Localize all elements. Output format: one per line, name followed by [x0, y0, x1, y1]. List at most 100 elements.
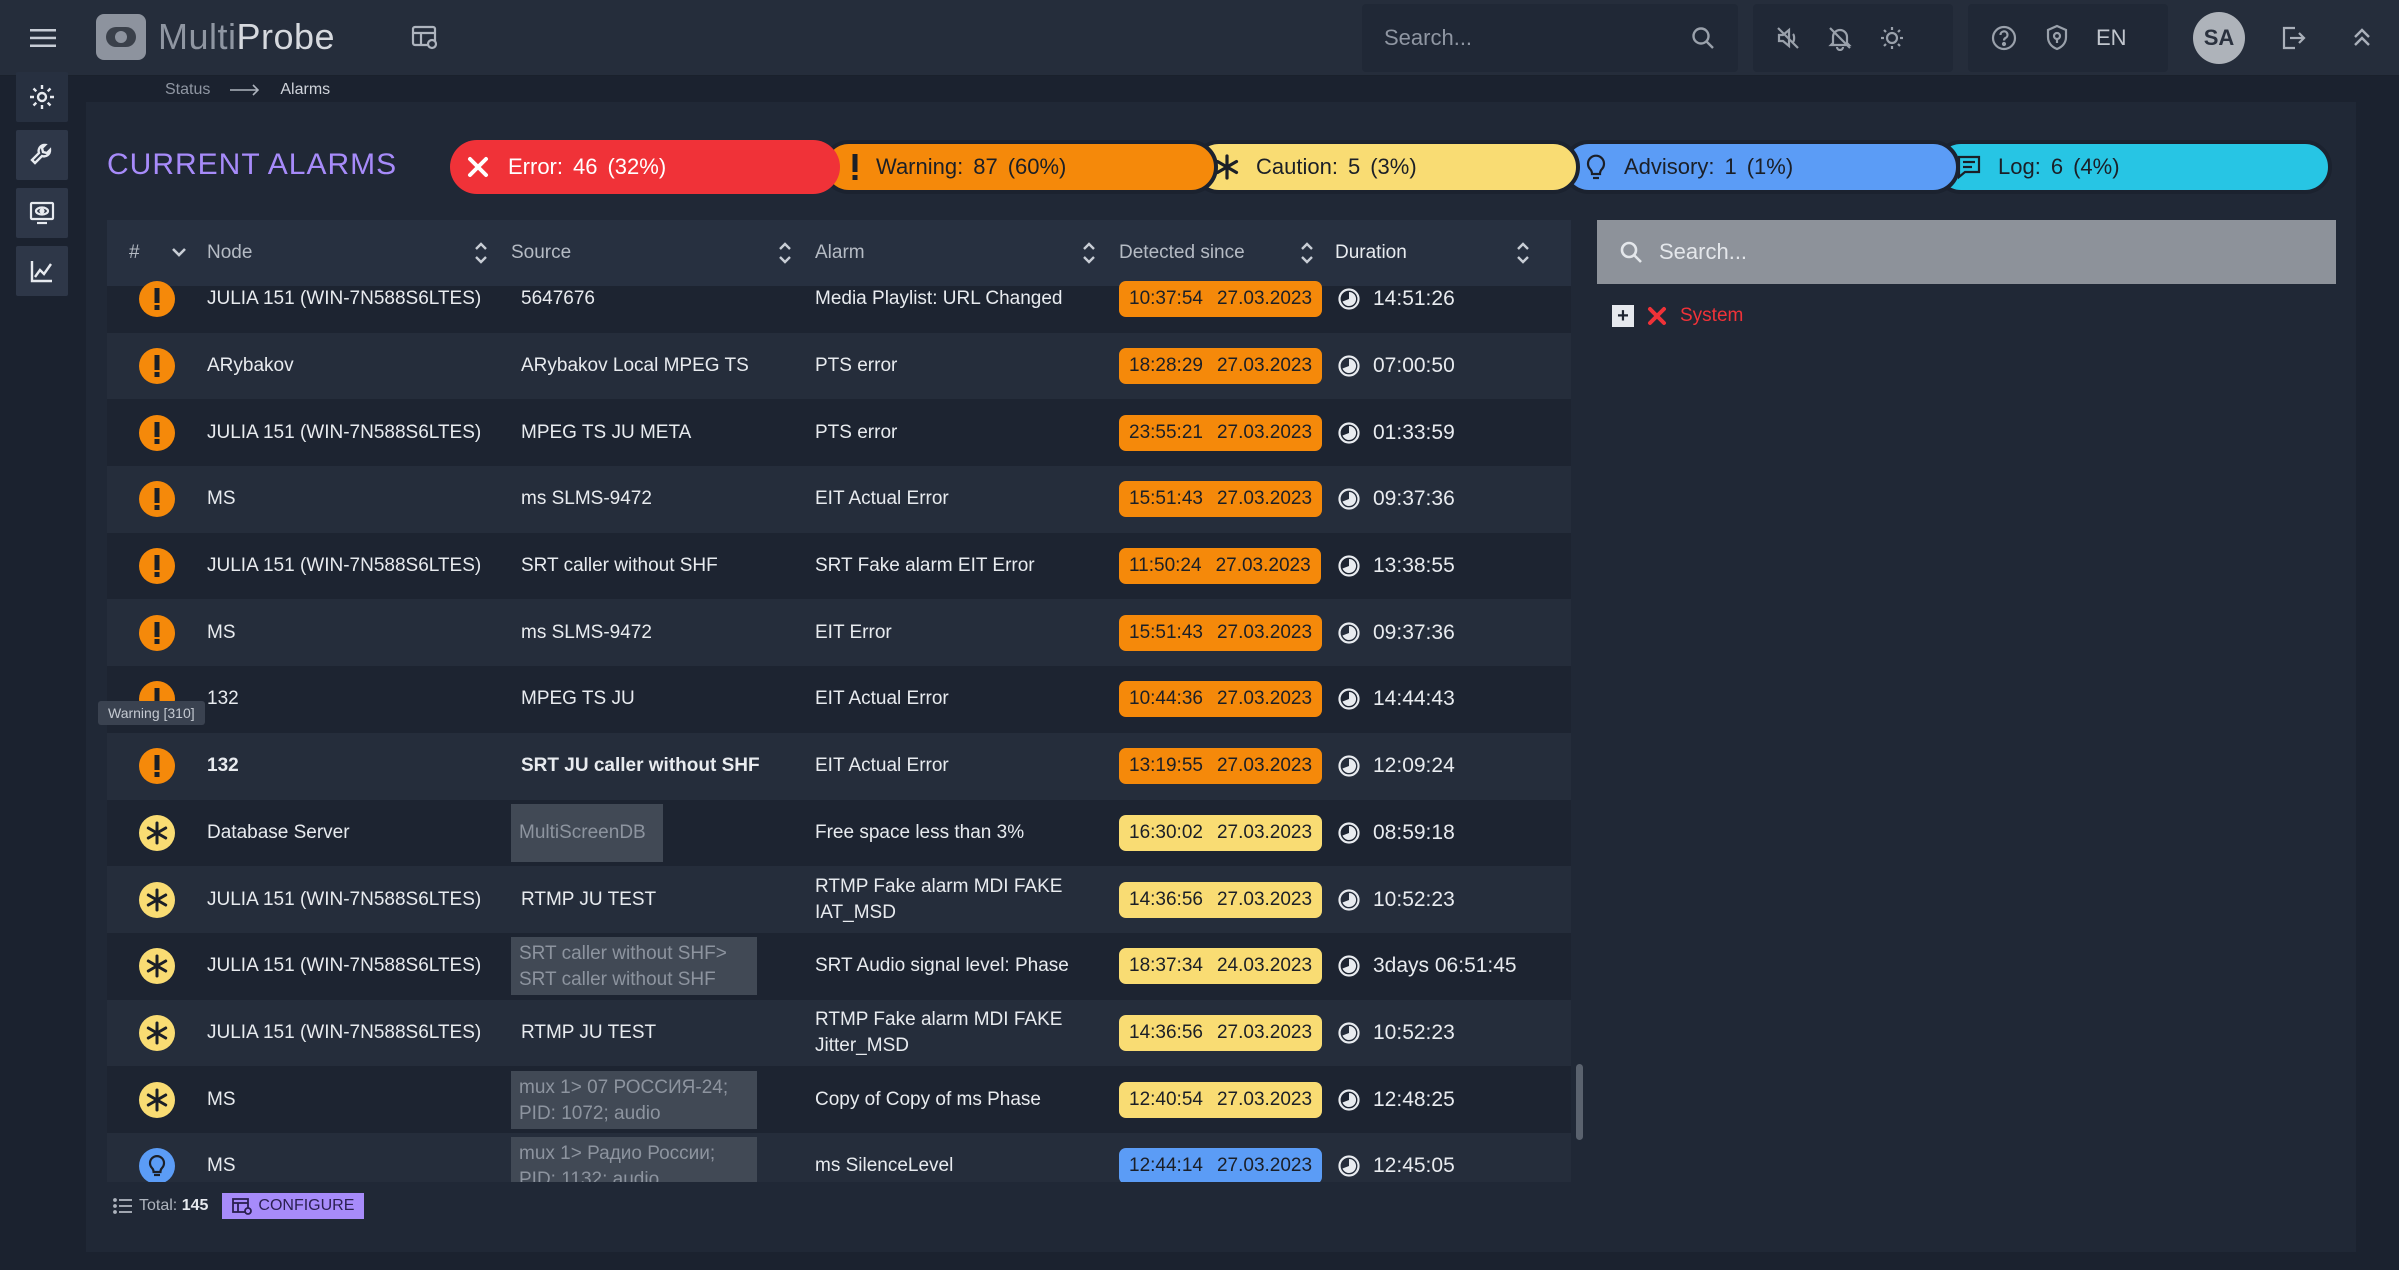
- severity-caution-icon[interactable]: [139, 881, 175, 918]
- row-source[interactable]: 5647676: [521, 286, 769, 312]
- table-row[interactable]: Database Server MultiScreenDB Free space l…: [107, 800, 1571, 867]
- table-row[interactable]: JULIA 151 (WIN-7N588S6LTES) SRT caller wi…: [107, 933, 1571, 1000]
- detected-badge: 12:40:54 27.03.2023: [1119, 1081, 1323, 1118]
- sidenav-settings[interactable]: [16, 72, 68, 122]
- configure-button[interactable]: CONFIGURE: [222, 1193, 365, 1219]
- row-source[interactable]: mux 1> Радио России; PID: 1132; audio: [511, 1137, 757, 1182]
- row-duration: 13:38:55: [1337, 554, 1455, 578]
- table-row[interactable]: JULIA 151 (WIN-7N588S6LTES) SRT caller wi…: [107, 533, 1571, 600]
- sidenav-tools[interactable]: [16, 130, 68, 180]
- severity-advisory-icon[interactable]: [139, 1148, 175, 1182]
- severity-caution-icon[interactable]: [139, 948, 175, 985]
- row-source[interactable]: MPEG TS JU META: [521, 420, 769, 446]
- table-row[interactable]: MS ms SLMS-9472 EIT Actual Error 15:51:43 27…: [107, 466, 1571, 533]
- severity-caution-icon[interactable]: [139, 814, 175, 851]
- severity-caution-icon[interactable]: [139, 1081, 175, 1118]
- collapse-up-icon[interactable]: [2350, 24, 2374, 52]
- severity-warning-icon[interactable]: [139, 481, 175, 518]
- detected-badge: 10:44:36 27.03.2023: [1119, 681, 1323, 718]
- row-alarm: Copy of Copy of ms Phase: [815, 1088, 1041, 1110]
- summary-warning[interactable]: Warning: 87 (60%): [822, 140, 1218, 194]
- table-row[interactable]: JULIA 151 (WIN-7N588S6LTES) 5647676 Media …: [107, 266, 1571, 333]
- sound-muted-icon[interactable]: [1775, 25, 1801, 51]
- search-icon[interactable]: [1690, 25, 1716, 51]
- expand-plus-icon[interactable]: +: [1612, 305, 1634, 327]
- table-row[interactable]: ARybakov ARybakov Local MPEG TS PTS error 1…: [107, 332, 1571, 400]
- clock-icon: [1337, 821, 1361, 845]
- theme-brightness-icon[interactable]: [1879, 25, 1905, 51]
- exclamation-icon: [850, 153, 860, 181]
- row-source[interactable]: SRT caller without SHF> SRT caller witho…: [511, 937, 757, 996]
- row-node: JULIA 151 (WIN-7N588S6LTES): [207, 1021, 482, 1043]
- row-source[interactable]: ARybakov Local MPEG TS: [521, 353, 769, 379]
- row-source[interactable]: MultiScreenDB: [511, 803, 663, 862]
- logo-suffix: Probe: [236, 16, 336, 57]
- app-logo[interactable]: MultiProbe: [96, 14, 335, 60]
- row-duration: 12:09:24: [1337, 754, 1455, 778]
- row-source[interactable]: SRT JU caller without SHF: [521, 753, 769, 779]
- row-source[interactable]: ms SLMS-9472: [521, 486, 769, 512]
- row-source[interactable]: RTMP JU TEST: [521, 887, 769, 913]
- severity-warning-icon[interactable]: [139, 748, 175, 785]
- tree-item-system[interactable]: + System: [1612, 305, 1743, 327]
- severity-warning-icon[interactable]: [139, 281, 175, 318]
- detected-time: 14:36:56: [1129, 1021, 1203, 1043]
- row-source[interactable]: RTMP JU TEST: [521, 1020, 769, 1046]
- clock-icon: [1337, 1154, 1361, 1178]
- chevron-down-icon[interactable]: [169, 242, 189, 262]
- row-source[interactable]: SRT caller without SHF: [521, 553, 769, 579]
- global-search-input[interactable]: Search...: [1362, 4, 1738, 72]
- row-alarm: EIT Error: [815, 621, 892, 643]
- summary-caution[interactable]: Caution: 5 (3%): [1192, 140, 1580, 194]
- detected-badge: 14:36:56 27.03.2023: [1119, 881, 1323, 918]
- severity-warning-icon[interactable]: [139, 348, 175, 385]
- sort-duration-icon[interactable]: [1515, 240, 1531, 266]
- detected-badge: 10:37:54 27.03.2023: [1119, 281, 1323, 318]
- severity-warning-icon[interactable]: [139, 414, 175, 451]
- log-label: Log:: [1998, 154, 2041, 179]
- menu-icon[interactable]: [18, 20, 68, 56]
- severity-caution-icon[interactable]: [139, 1014, 175, 1051]
- summary-error[interactable]: Error: 46 (32%): [450, 140, 840, 194]
- table-row[interactable]: JULIA 151 (WIN-7N588S6LTES) RTMP JU TEST R…: [107, 999, 1571, 1067]
- table-row[interactable]: JULIA 151 (WIN-7N588S6LTES) RTMP JU TEST R…: [107, 866, 1571, 933]
- detected-time: 10:37:54: [1129, 288, 1203, 310]
- help-icon[interactable]: [1990, 24, 2018, 52]
- sort-source-icon[interactable]: [777, 240, 793, 266]
- sort-alarm-icon[interactable]: [1081, 240, 1097, 266]
- summary-log[interactable]: Log: 6 (4%): [1934, 140, 2332, 194]
- detected-time: 12:40:54: [1129, 1088, 1203, 1110]
- advisory-pct: (1%): [1746, 154, 1794, 179]
- sort-detected-icon[interactable]: [1299, 240, 1315, 266]
- table-row[interactable]: MS ms SLMS-9472 EIT Error 15:51:43 27.03.202…: [107, 599, 1571, 667]
- sidenav-monitoring[interactable]: [16, 188, 68, 238]
- notifications-off-icon[interactable]: [1827, 25, 1853, 51]
- user-avatar[interactable]: SA: [2193, 12, 2245, 64]
- dashboard-table-icon[interactable]: [410, 22, 440, 52]
- row-source[interactable]: MPEG TS JU: [521, 686, 769, 712]
- table-row[interactable]: 132 SRT JU caller without SHF EIT Actual E…: [107, 732, 1571, 800]
- logout-icon[interactable]: [2279, 24, 2307, 52]
- configure-label: CONFIGURE: [258, 1197, 355, 1214]
- table-row[interactable]: 132 MPEG TS JU EIT Actual Error 10:44:36 27.…: [107, 666, 1571, 733]
- error-x-icon: [1646, 305, 1668, 327]
- breadcrumb-status[interactable]: Status: [165, 81, 210, 99]
- table-row[interactable]: MS mux 1> 07 РОССИЯ-24; PID: 1072; audio C…: [107, 1066, 1571, 1133]
- security-shield-icon[interactable]: [2044, 24, 2070, 52]
- clock-icon: [1337, 354, 1361, 378]
- table-row[interactable]: MS mux 1> Радио России; PID: 1132; audio m…: [107, 1132, 1571, 1182]
- detected-date: 27.03.2023: [1216, 821, 1313, 843]
- severity-warning-icon[interactable]: [139, 614, 175, 651]
- summary-advisory[interactable]: Advisory: 1 (1%): [1562, 140, 1960, 194]
- sort-node-icon[interactable]: [473, 240, 489, 266]
- row-source[interactable]: ms SLMS-9472: [521, 620, 769, 646]
- table-row[interactable]: JULIA 151 (WIN-7N588S6LTES) MPEG TS JU ME…: [107, 399, 1571, 466]
- language-selector[interactable]: EN: [2096, 25, 2127, 51]
- table-scrollbar[interactable]: [1576, 1064, 1583, 1140]
- row-source[interactable]: mux 1> 07 РОССИЯ-24; PID: 1072; audio: [511, 1070, 757, 1129]
- detected-badge: 18:28:29 27.03.2023: [1119, 348, 1323, 385]
- clock-icon: [1337, 287, 1361, 311]
- sidenav-analytics[interactable]: [16, 246, 68, 296]
- filter-search-input[interactable]: Search...: [1597, 220, 2336, 284]
- severity-warning-icon[interactable]: [139, 548, 175, 585]
